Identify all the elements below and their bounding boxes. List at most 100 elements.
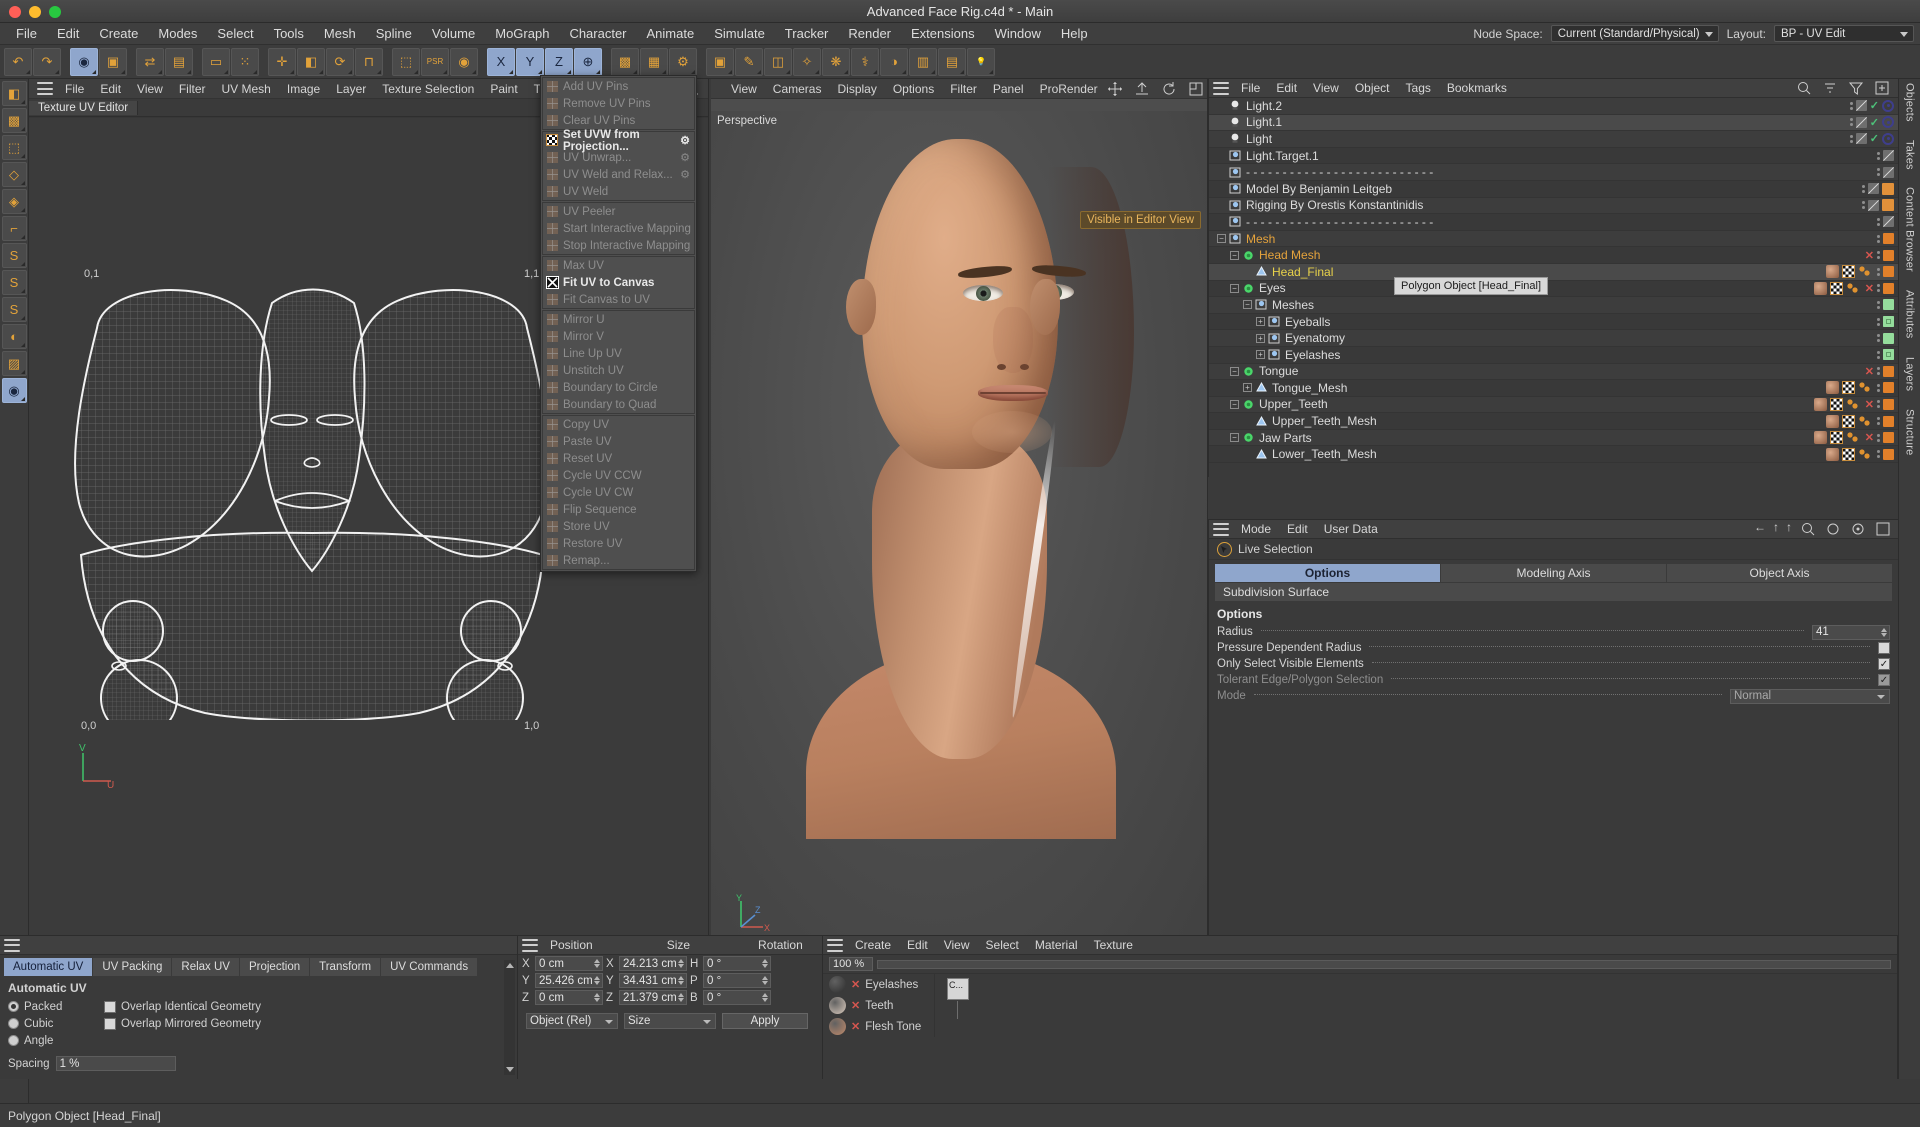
visibility-dots[interactable] xyxy=(1877,168,1880,177)
coordinate-size-select[interactable]: Size xyxy=(624,1013,716,1029)
mat-menu-create[interactable]: Create xyxy=(847,937,899,953)
menu-item-flip-sequence[interactable]: Flip Sequence xyxy=(543,501,694,518)
uv-menu-uv-mesh[interactable]: UV Mesh xyxy=(214,81,279,97)
visibility-dots[interactable] xyxy=(1862,201,1865,210)
menu-item-set-uvw-from-projection[interactable]: Set UVW from Projection... ⚙ xyxy=(543,129,694,153)
up-arrow-icon[interactable]: ↑ xyxy=(1773,520,1779,538)
pan-icon[interactable] xyxy=(1106,80,1124,98)
visibility-dots[interactable] xyxy=(1877,334,1880,343)
material-tag-icon[interactable] xyxy=(1826,447,1839,461)
light-ring-icon[interactable] xyxy=(1882,99,1894,112)
uv-radio-angle[interactable]: Angle xyxy=(8,1032,104,1049)
object-row[interactable]: Light.1 ✓ xyxy=(1209,114,1898,132)
object-color-chip[interactable] xyxy=(1883,266,1894,278)
attr-tab-options[interactable]: Options xyxy=(1215,564,1440,582)
attr-tab-modeling-axis[interactable]: Modeling Axis xyxy=(1441,564,1666,582)
deformed-edit-icon[interactable]: ▨ xyxy=(1,351,27,376)
attr-checkbox[interactable]: ✓ xyxy=(1878,674,1890,686)
render-region-icon[interactable]: ▦ xyxy=(640,47,668,76)
object-tags[interactable]: ✓ xyxy=(1847,99,1894,112)
filter-icon[interactable] xyxy=(1847,79,1865,97)
uv-commands-context-menu[interactable]: Add UV Pins Remove UV Pins Clear UV Pins Se… xyxy=(540,75,697,572)
coordinates-panel-menu-icon[interactable] xyxy=(522,938,538,952)
edges-mode-icon[interactable]: ◇ xyxy=(1,162,27,187)
radio-indicator[interactable] xyxy=(8,1018,19,1029)
object-row[interactable]: Rigging By Orestis Konstantinidis xyxy=(1209,197,1898,215)
menu-character[interactable]: Character xyxy=(559,24,636,43)
visibility-dots[interactable] xyxy=(1877,234,1880,243)
object-tags[interactable]: ✓ xyxy=(1847,116,1894,129)
menu-item-uv-weld-and-relax[interactable]: UV Weld and Relax... ⚙ xyxy=(543,166,694,183)
checkbox-indicator[interactable] xyxy=(104,1017,116,1030)
visibility-dots[interactable] xyxy=(1862,184,1865,193)
object-row[interactable]: Head_Final xyxy=(1209,263,1898,281)
material-item[interactable]: ✕ Teeth xyxy=(823,995,934,1016)
right-tab-content-browser[interactable]: Content Browser xyxy=(1904,187,1916,272)
menu-window[interactable]: Window xyxy=(985,24,1051,43)
attr-search-icon[interactable] xyxy=(1799,520,1817,538)
object-color-chip[interactable] xyxy=(1883,249,1894,261)
menu-render[interactable]: Render xyxy=(838,24,901,43)
gear-icon[interactable]: ⚙ xyxy=(680,134,690,147)
uv-menu-edit[interactable]: Edit xyxy=(92,81,129,97)
mat-menu-select[interactable]: Select xyxy=(978,937,1027,953)
om-menu-tags[interactable]: Tags xyxy=(1398,80,1439,96)
object-color-chip[interactable] xyxy=(1883,448,1894,460)
mat-menu-texture[interactable]: Texture xyxy=(1086,937,1141,953)
menu-item-unstitch-uv[interactable]: Unstitch UV xyxy=(543,362,694,379)
uv-menu-paint[interactable]: Paint xyxy=(482,81,525,97)
om-menu-object[interactable]: Object xyxy=(1347,80,1398,96)
material-thumbnail[interactable] xyxy=(829,997,846,1014)
apply-button[interactable]: Apply xyxy=(722,1013,808,1029)
rotation-p-input[interactable]: 0 ° xyxy=(703,973,771,988)
delete-tag-icon[interactable]: ✕ xyxy=(1865,398,1874,411)
object-color-chip[interactable] xyxy=(1883,166,1894,178)
visibility-dots[interactable] xyxy=(1877,433,1880,442)
object-row[interactable]: − Jaw Parts ✕ xyxy=(1209,429,1898,447)
workplane-icon[interactable]: S xyxy=(1,297,27,322)
object-tags[interactable]: ✕ xyxy=(1862,365,1894,378)
object-axis-icon[interactable]: ◉ xyxy=(450,47,478,76)
visibility-dots[interactable] xyxy=(1877,417,1880,426)
material-thumbnail[interactable] xyxy=(829,976,846,993)
coordinate-system-select[interactable]: Object (Rel) xyxy=(526,1013,618,1029)
uv-tools-scrollbar[interactable] xyxy=(504,960,515,1075)
collapse-toggle[interactable]: − xyxy=(1243,300,1252,310)
menu-help[interactable]: Help xyxy=(1051,24,1098,43)
menu-item-remove-uv-pins[interactable]: Remove UV Pins xyxy=(543,95,694,112)
close-button[interactable] xyxy=(9,6,21,18)
magnet-icon[interactable]: ⊓ xyxy=(355,47,383,76)
object-color-chip[interactable] xyxy=(1883,282,1894,294)
enabled-check-icon[interactable]: ✓ xyxy=(1870,99,1879,112)
attr-menu-mode[interactable]: Mode xyxy=(1233,521,1279,537)
render-settings-icon[interactable]: ⚙ xyxy=(669,47,697,76)
uvw-tag-icon[interactable] xyxy=(1842,381,1855,395)
object-row[interactable]: + Tongue_Mesh xyxy=(1209,380,1898,397)
object-color-chip[interactable] xyxy=(1855,116,1867,128)
gear-icon[interactable]: ⚙ xyxy=(680,151,690,164)
material-scroll-track[interactable] xyxy=(877,959,1891,969)
menu-modes[interactable]: Modes xyxy=(148,24,207,43)
visibility-dots[interactable] xyxy=(1849,134,1853,143)
generator-icon[interactable]: ◫ xyxy=(764,47,792,76)
object-tags[interactable] xyxy=(1826,381,1894,395)
size-y-input[interactable]: 34.431 cm xyxy=(619,973,687,988)
object-color-chip[interactable] xyxy=(1883,415,1894,427)
object-tags[interactable]: ✕ xyxy=(1813,431,1894,445)
enable-axis-icon[interactable]: ⬚ xyxy=(392,47,420,76)
node-space-select[interactable]: Current (Standard/Physical) xyxy=(1550,25,1719,42)
menu-animate[interactable]: Animate xyxy=(637,24,705,43)
menu-tools[interactable]: Tools xyxy=(264,24,314,43)
object-row[interactable]: + Eyeballs xyxy=(1209,313,1898,331)
object-tags[interactable] xyxy=(1826,447,1894,461)
light-ring-icon[interactable] xyxy=(1882,116,1894,129)
polygons-mode-icon[interactable]: ◈ xyxy=(1,189,27,214)
uvtools-tab-uv-packing[interactable]: UV Packing xyxy=(93,958,172,976)
object-row[interactable]: Light.Target.1 xyxy=(1209,147,1898,165)
parent-child-icon[interactable]: ▭ xyxy=(202,47,230,76)
material-tag-icon[interactable] xyxy=(1813,397,1827,411)
uvtools-tab-uv-commands[interactable]: UV Commands xyxy=(381,958,478,976)
object-manager-panel-menu-icon[interactable] xyxy=(1213,81,1229,95)
viewport-menu-filter[interactable]: Filter xyxy=(942,81,985,97)
model-mode-icon[interactable]: ▣ xyxy=(99,47,127,76)
